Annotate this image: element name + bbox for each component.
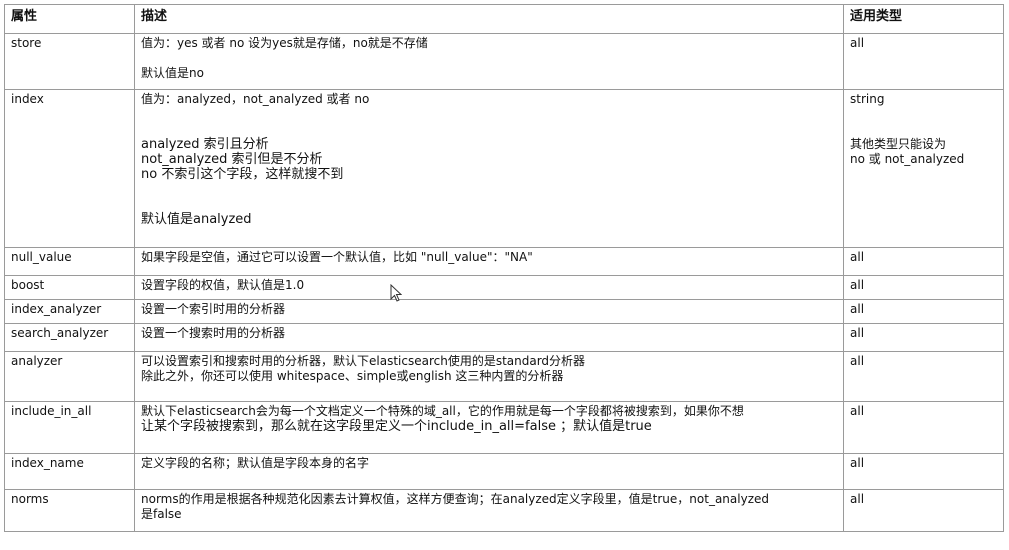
table-row: norms norms的作用是根据各种规范化因素去计算权值，这样方便查询；在ana… bbox=[4, 489, 1004, 532]
desc-cell: 值为：yes 或者 no 设为yes就是存储，no就是不存储 默认值是no bbox=[134, 33, 844, 90]
desc-line bbox=[141, 107, 837, 122]
table-row: analyzer 可以设置索引和搜索时用的分析器，默认下elasticsearch… bbox=[4, 351, 1004, 402]
attr-cell: include_in_all bbox=[4, 401, 135, 454]
attr-cell: boost bbox=[4, 275, 135, 300]
header-desc: 描述 bbox=[134, 4, 844, 34]
table-row: include_in_all 默认下elasticsearch会为每一个文档定义一… bbox=[4, 401, 1004, 454]
type-line: all bbox=[850, 278, 865, 292]
type-line: all bbox=[850, 326, 865, 340]
type-line: all bbox=[850, 404, 865, 418]
table-body: store 值为：yes 或者 no 设为yes就是存储，no就是不存储 默认值是n… bbox=[4, 33, 1004, 532]
desc-line: 默认值是no bbox=[141, 66, 204, 80]
type-line: all bbox=[850, 354, 865, 368]
desc-line: 除此之外，你还可以使用 whitespace、simple或english 这三… bbox=[141, 369, 564, 383]
desc-line: 默认下elasticsearch会为每一个文档定义一个特殊的域_all，它的作用… bbox=[141, 404, 744, 418]
desc-line: 值为：yes 或者 no 设为yes就是存储，no就是不存储 bbox=[141, 36, 428, 50]
desc-line: not_analyzed 索引但是不分析 bbox=[141, 152, 323, 167]
desc-cell: 定义字段的名称；默认值是字段本身的名字 bbox=[134, 453, 844, 490]
attr-cell: store bbox=[4, 33, 135, 90]
type-line bbox=[850, 122, 997, 137]
attr-cell: index_analyzer bbox=[4, 299, 135, 324]
desc-cell: 默认下elasticsearch会为每一个文档定义一个特殊的域_all，它的作用… bbox=[134, 401, 844, 454]
desc-line: 定义字段的名称；默认值是字段本身的名字 bbox=[141, 456, 370, 470]
properties-table: 属性 描述 适用类型 store 值为：yes 或者 no 设为yes就是存储，n… bbox=[4, 4, 1004, 532]
type-line: all bbox=[850, 492, 865, 506]
desc-cell: 设置一个搜索时用的分析器 bbox=[134, 323, 844, 352]
type-cell: all bbox=[843, 401, 1004, 454]
type-line bbox=[850, 107, 997, 122]
attr-cell: analyzer bbox=[4, 351, 135, 402]
header-type: 适用类型 bbox=[843, 4, 1004, 34]
desc-line: 设置一个搜索时用的分析器 bbox=[141, 326, 286, 340]
type-line: all bbox=[850, 302, 865, 316]
type-cell: all bbox=[843, 351, 1004, 402]
desc-line bbox=[141, 182, 837, 197]
table-row: index 值为：analyzed，not_analyzed 或者 no analy… bbox=[4, 89, 1004, 248]
type-cell: all bbox=[843, 33, 1004, 90]
desc-line: 让某个字段被搜索到，那么就在这字段里定义一个include_in_all=fal… bbox=[141, 419, 652, 434]
desc-line bbox=[141, 197, 837, 212]
attr-cell: index_name bbox=[4, 453, 135, 490]
type-line: all bbox=[850, 456, 865, 470]
table-row: null_value 如果字段是空值，通过它可以设置一个默认值，比如 "null_… bbox=[4, 247, 1004, 276]
type-cell: all bbox=[843, 453, 1004, 490]
attr-cell: search_analyzer bbox=[4, 323, 135, 352]
header-row: 属性 描述 适用类型 bbox=[4, 4, 1004, 34]
table-row: index_name 定义字段的名称；默认值是字段本身的名字 all bbox=[4, 453, 1004, 490]
table-row: store 值为：yes 或者 no 设为yes就是存储，no就是不存储 默认值是n… bbox=[4, 33, 1004, 90]
table-row: search_analyzer 设置一个搜索时用的分析器 all bbox=[4, 323, 1004, 352]
attr-cell: index bbox=[4, 89, 135, 248]
desc-cell: 可以设置索引和搜索时用的分析器，默认下elasticsearch使用的是stan… bbox=[134, 351, 844, 402]
desc-line: analyzed 索引且分析 bbox=[141, 137, 269, 152]
desc-line: no 不索引这个字段，这样就搜不到 bbox=[141, 167, 344, 182]
desc-cell: 如果字段是空值，通过它可以设置一个默认值，比如 "null_value"："NA… bbox=[134, 247, 844, 276]
attr-cell: norms bbox=[4, 489, 135, 532]
desc-line: norms的作用是根据各种规范化因素去计算权值，这样方便查询；在analyzed… bbox=[141, 492, 769, 506]
mouse-pointer-icon bbox=[390, 284, 402, 302]
desc-line: 值为：analyzed，not_analyzed 或者 no bbox=[141, 92, 370, 106]
desc-line: 如果字段是空值，通过它可以设置一个默认值，比如 "null_value"："NA… bbox=[141, 250, 533, 264]
desc-cell: 设置一个索引时用的分析器 bbox=[134, 299, 844, 324]
type-line: 其他类型只能设为 bbox=[850, 137, 947, 151]
desc-line: 可以设置索引和搜索时用的分析器，默认下elasticsearch使用的是stan… bbox=[141, 354, 586, 368]
type-cell: all bbox=[843, 247, 1004, 276]
table-row: index_analyzer 设置一个索引时用的分析器 all bbox=[4, 299, 1004, 324]
type-cell: all bbox=[843, 275, 1004, 300]
type-line: all bbox=[850, 36, 865, 50]
attr-cell: null_value bbox=[4, 247, 135, 276]
table-row: boost 设置字段的权值，默认值是1.0 all bbox=[4, 275, 1004, 300]
desc-cell: norms的作用是根据各种规范化因素去计算权值，这样方便查询；在analyzed… bbox=[134, 489, 844, 532]
type-line: no 或 not_analyzed bbox=[850, 152, 965, 166]
desc-line bbox=[141, 122, 837, 137]
desc-line: 设置字段的权值，默认值是1.0 bbox=[141, 278, 305, 292]
header-attr: 属性 bbox=[4, 4, 135, 34]
type-cell: all bbox=[843, 299, 1004, 324]
desc-cell: 值为：analyzed，not_analyzed 或者 no analyzed 索… bbox=[134, 89, 844, 248]
type-cell: all bbox=[843, 323, 1004, 352]
desc-line: 是false bbox=[141, 507, 182, 521]
desc-line: 默认值是analyzed bbox=[141, 212, 252, 227]
type-cell: all bbox=[843, 489, 1004, 532]
desc-cell: 设置字段的权值，默认值是1.0 bbox=[134, 275, 844, 300]
desc-line: 设置一个索引时用的分析器 bbox=[141, 302, 286, 316]
desc-line bbox=[141, 51, 837, 66]
type-line: string bbox=[850, 92, 885, 106]
type-cell: string 其他类型只能设为 no 或 not_analyzed bbox=[843, 89, 1004, 248]
type-line: all bbox=[850, 250, 865, 264]
